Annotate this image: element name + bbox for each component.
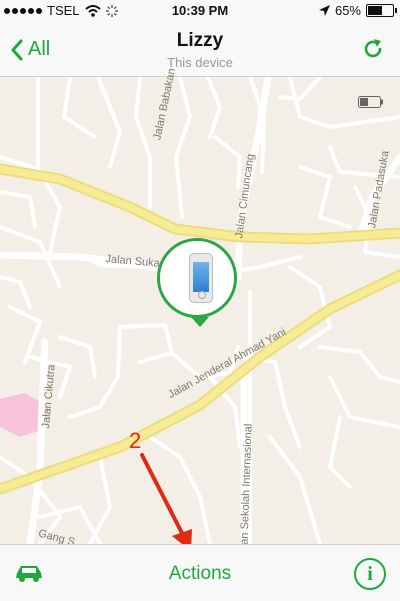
battery-percent: 65%: [334, 3, 361, 18]
iphone-icon: [189, 253, 213, 303]
page-title: Lizzy: [176, 30, 224, 51]
refresh-icon: [364, 39, 382, 58]
info-icon[interactable]: i: [354, 558, 386, 590]
status-right: 65%: [318, 3, 397, 18]
device-location-pin[interactable]: [157, 238, 237, 327]
device-battery-icon: [358, 96, 383, 108]
actions-button[interactable]: Actions: [0, 563, 400, 585]
annotation-number: 2: [129, 428, 142, 453]
status-bar: TSEL 10:39 PM 65%: [0, 0, 400, 20]
map-view[interactable]: Jalan Babakan Jalan Cimuncang Jalan Pada…: [0, 67, 400, 559]
location-arrow-icon: [318, 5, 330, 16]
page-subtitle: This device: [167, 55, 233, 70]
battery-icon: [366, 4, 397, 17]
refresh-button[interactable]: [362, 38, 384, 65]
bottom-toolbar: Actions i: [0, 544, 400, 601]
navigation-bar: All Lizzy This device: [0, 20, 400, 77]
